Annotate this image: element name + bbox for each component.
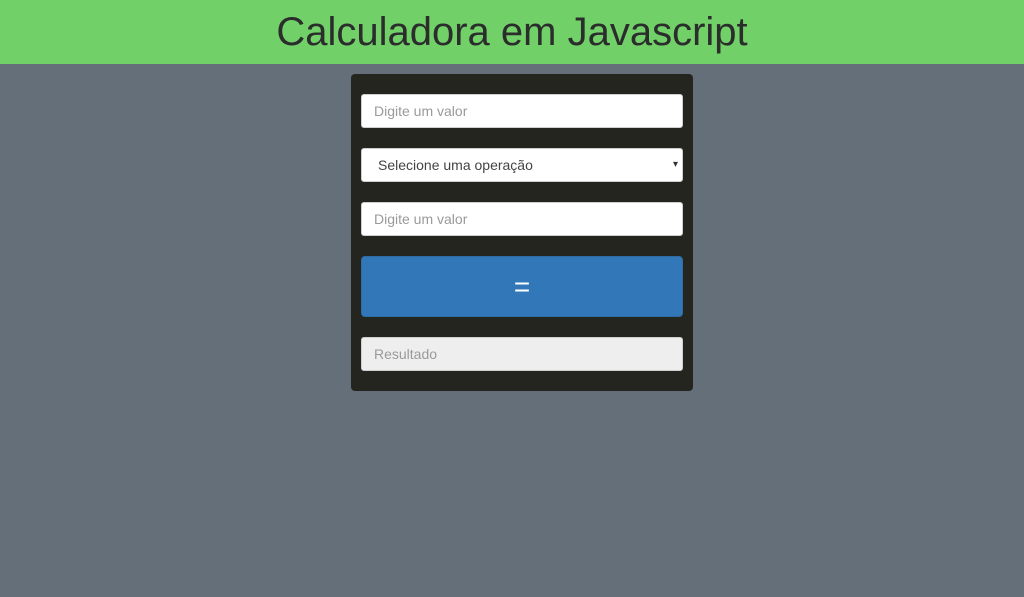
first-value-input[interactable]: [361, 94, 683, 128]
operation-select-value: Selecione uma operação: [378, 157, 533, 173]
page-header: Calculadora em Javascript: [0, 0, 1024, 64]
second-value-input[interactable]: [361, 202, 683, 236]
result-field: [361, 337, 683, 371]
page-title: Calculadora em Javascript: [276, 10, 748, 54]
operation-select[interactable]: Selecione uma operação ▾: [361, 148, 683, 182]
equals-button[interactable]: =: [361, 256, 683, 317]
chevron-down-icon: ▾: [672, 159, 678, 170]
calculator-panel: Selecione uma operação ▾ =: [351, 74, 693, 391]
